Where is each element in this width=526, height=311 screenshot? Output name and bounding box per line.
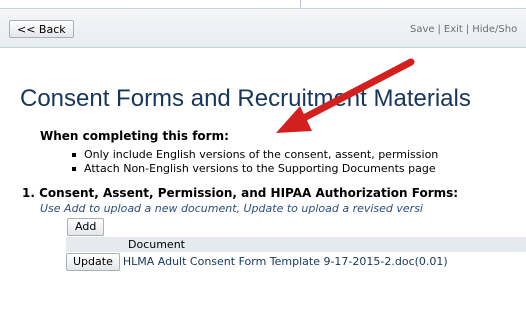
list-item: Attach Non-English versions to the Suppo…	[72, 162, 438, 176]
page-title: Consent Forms and Recruitment Materials	[20, 85, 471, 112]
add-document-button[interactable]: Add	[67, 218, 105, 236]
section-title-text: Consent, Assent, Permission, and HIPAA A…	[39, 186, 459, 200]
update-document-button[interactable]: Update	[66, 253, 120, 271]
hide-show-link[interactable]: Hide/Sho	[472, 24, 517, 35]
list-item-text: Attach Non-English versions to the Suppo…	[84, 162, 436, 175]
column-header-document: Document	[66, 237, 526, 252]
back-button[interactable]: << Back	[9, 20, 74, 38]
toolbar: << Back Save | Exit | Hide/Sho	[0, 9, 526, 48]
bullet-icon	[72, 153, 76, 157]
top-strip-marker	[300, 0, 307, 7]
list-item-text: Only include English versions of the con…	[84, 148, 439, 161]
table-cell: Update HLMA Adult Consent Form Template 9…	[66, 252, 526, 272]
document-link[interactable]: HLMA Adult Consent Form Template 9-17-20…	[123, 255, 448, 268]
documents-table: Document Update HLMA Adult Consent Form T…	[66, 237, 526, 272]
save-link[interactable]: Save	[410, 24, 435, 35]
instructions-heading: When completing this form:	[40, 129, 229, 143]
link-separator: |	[465, 24, 470, 35]
instructions-list: Only include English versions of the con…	[72, 148, 439, 176]
list-item: Only include English versions of the con…	[72, 148, 439, 162]
toolbar-links: Save | Exit | Hide/Sho	[410, 24, 517, 35]
table-row: Update HLMA Adult Consent Form Template 9…	[66, 252, 526, 272]
bullet-icon	[72, 167, 76, 171]
section-number: 1.	[22, 186, 35, 200]
exit-link[interactable]: Exit	[444, 24, 463, 35]
link-separator: |	[437, 24, 441, 35]
table-header-row: Document	[66, 237, 526, 252]
top-strip	[0, 0, 526, 9]
section-help-text: Use Add to upload a new document, Update…	[40, 202, 423, 215]
content-area: Consent Forms and Recruitment Materials …	[0, 48, 526, 311]
section-title: 1. Consent, Assent, Permission, and HIPA…	[22, 186, 458, 200]
